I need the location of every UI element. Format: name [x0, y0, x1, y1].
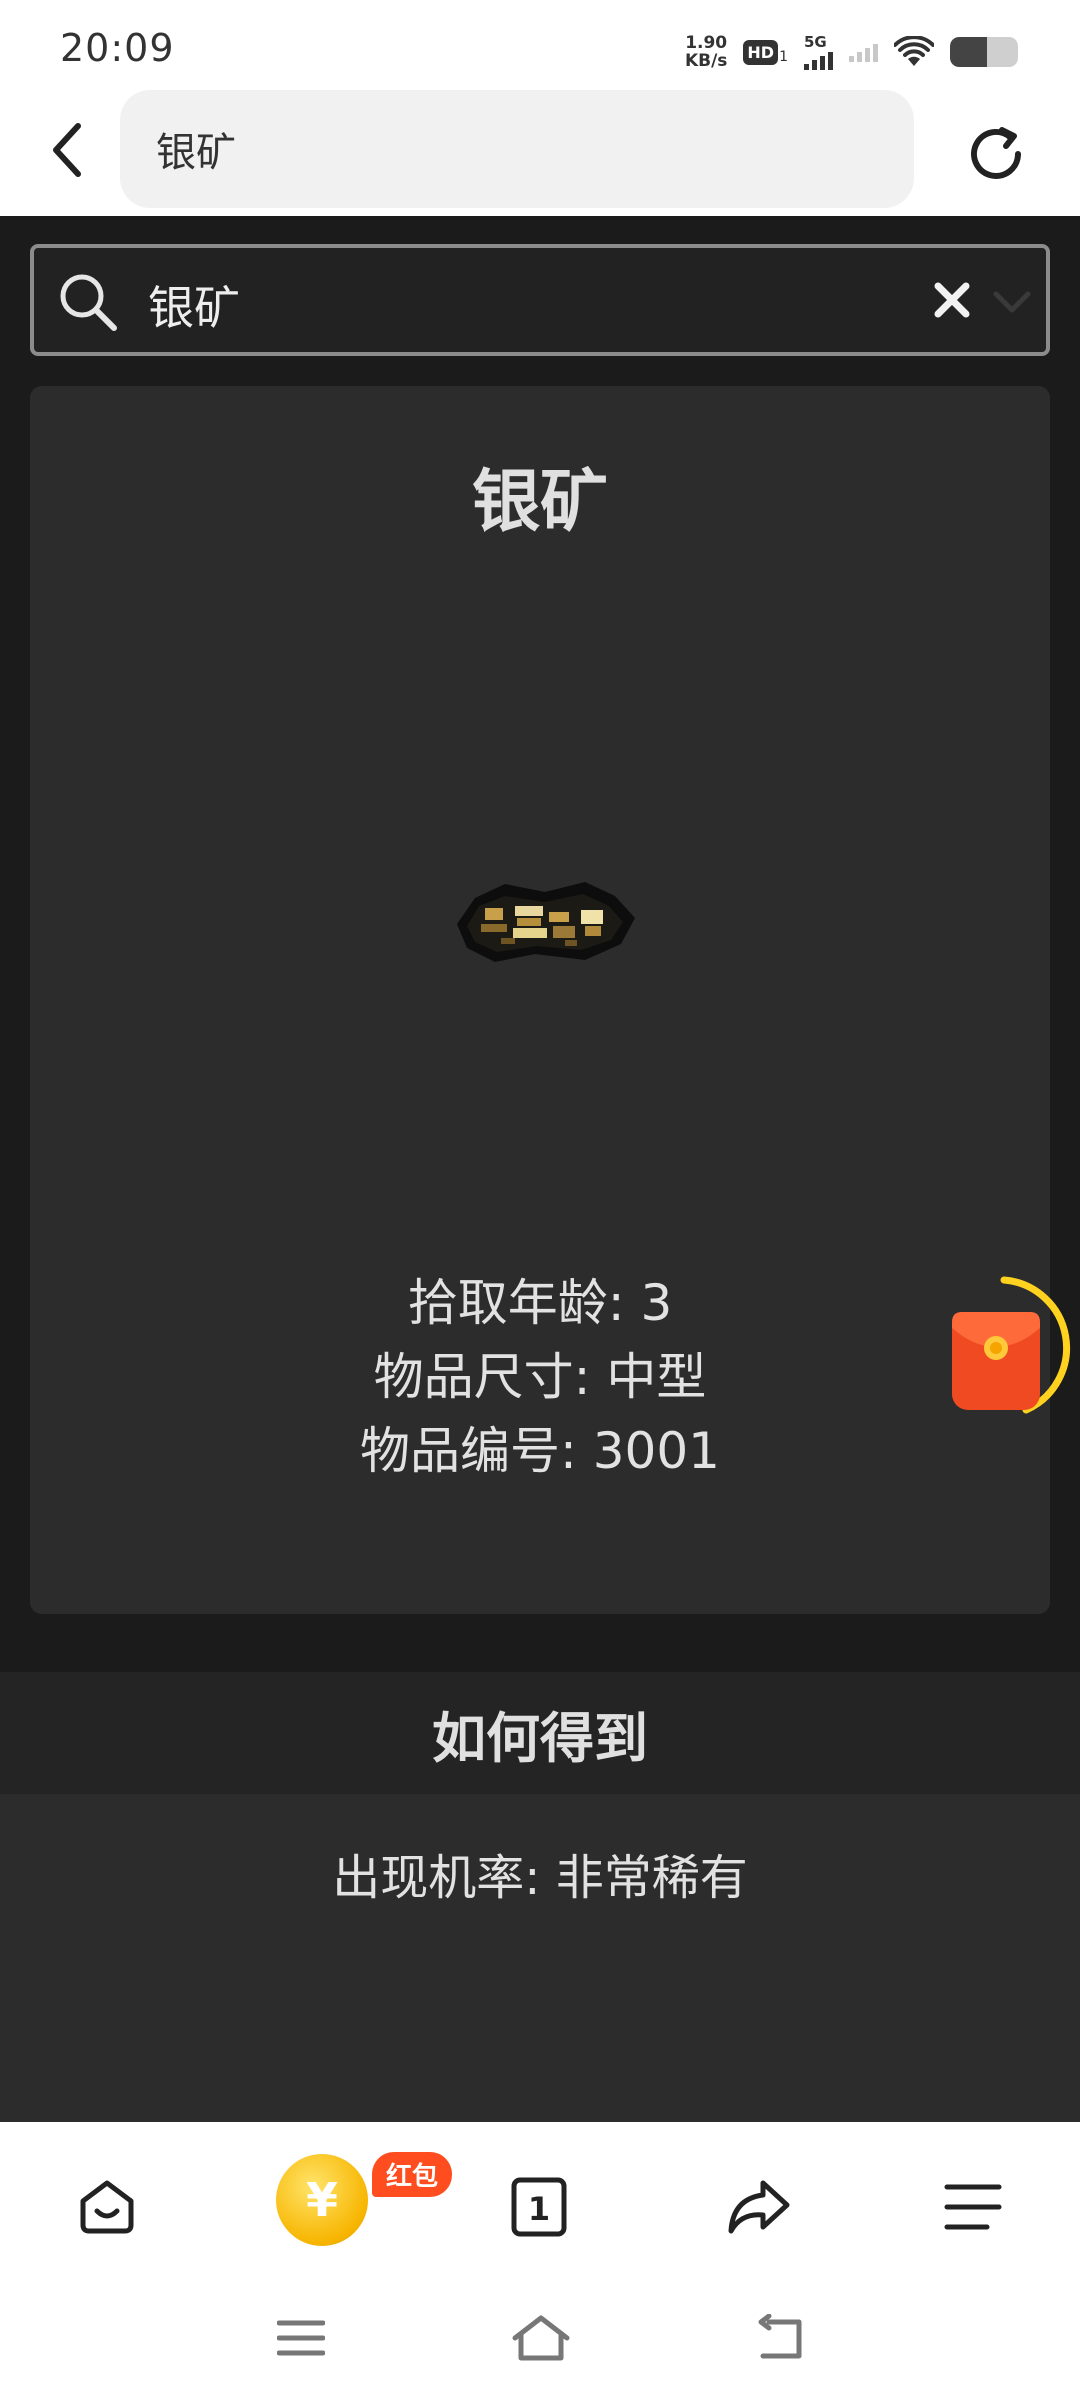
network-type: 5G	[804, 32, 827, 51]
signal-5g-icon: 5G	[804, 32, 833, 70]
coin-symbol: ¥	[305, 2173, 338, 2227]
clear-search-button[interactable]	[924, 272, 980, 328]
address-text: 银矿	[156, 130, 236, 176]
item-size: 物品尺寸: 中型	[373, 1348, 707, 1406]
item-properties: 拾取年龄: 3 物品尺寸: 中型 物品编号: 3001	[30, 1266, 1050, 1488]
item-number: 物品编号: 3001	[360, 1422, 720, 1480]
tab-count: 1	[528, 2190, 550, 2228]
close-icon	[934, 282, 970, 318]
reload-icon	[971, 127, 1021, 179]
status-time: 20:09	[60, 26, 175, 70]
wifi-icon	[894, 36, 934, 66]
status-bar: 20:09 1.90 KB/s HD 1 5G	[0, 0, 1080, 88]
system-back-button[interactable]	[746, 2308, 816, 2368]
home-button[interactable]	[62, 2162, 152, 2252]
search-input[interactable]: 银矿	[148, 272, 240, 338]
back-arrow-icon	[53, 123, 81, 177]
network-speed: 1.90 KB/s	[685, 34, 727, 70]
network-speed-unit: KB/s	[684, 51, 728, 71]
signal-bars-secondary-icon	[849, 42, 878, 62]
floating-red-packet-icon[interactable]	[934, 1270, 1074, 1430]
back-button[interactable]	[36, 118, 100, 182]
menu-button[interactable]	[928, 2162, 1018, 2252]
item-search-box[interactable]: 银矿	[30, 244, 1050, 356]
network-speed-value: 1.90	[685, 33, 728, 53]
hd-sub: 1	[779, 48, 788, 65]
dropdown-toggle[interactable]	[990, 280, 1034, 324]
share-button[interactable]	[714, 2162, 804, 2252]
red-packet-badge: 红包	[372, 2152, 453, 2197]
browser-address-bar: 银矿	[0, 88, 1080, 216]
system-home-button[interactable]	[506, 2308, 576, 2368]
search-icon	[60, 274, 117, 331]
hd-voice-icon: HD 1	[743, 39, 788, 65]
silver-ore-image	[457, 882, 635, 962]
how-to-get-heading: 如何得到	[0, 1672, 1080, 1794]
web-page: 银矿 银矿 拾取年龄: 3 物品尺寸: 中型 物品编号: 3001 如何得到 出…	[0, 216, 1080, 2122]
item-title: 银矿	[471, 463, 608, 542]
item-card: 银矿 拾取年龄: 3 物品尺寸: 中型 物品编号: 3001	[30, 386, 1050, 1614]
menu-icon	[944, 2184, 1002, 2230]
system-home-icon	[512, 2315, 570, 2361]
signal-bars-icon	[804, 50, 833, 70]
coin-rewards-button[interactable]: ¥	[276, 2154, 368, 2246]
tabs-button[interactable]: 1	[494, 2162, 584, 2252]
pickup-age: 拾取年龄: 3	[407, 1274, 673, 1332]
recent-apps-button[interactable]	[266, 2308, 336, 2368]
browser-toolbar: ¥ 红包 1	[0, 2122, 1080, 2282]
tabs-icon: 1	[511, 2177, 567, 2237]
system-nav-bar	[0, 2282, 1080, 2400]
appearance-rate: 出现机率: 非常稀有	[332, 1850, 748, 1906]
reload-button[interactable]	[960, 118, 1032, 190]
hd-label: HD	[743, 39, 779, 65]
recents-menu-icon	[277, 2320, 325, 2356]
share-arrow-icon	[728, 2180, 790, 2234]
battery-fill	[950, 37, 988, 67]
how-to-get-section: 出现机率: 非常稀有	[0, 1794, 1080, 2122]
home-smile-icon	[80, 2180, 134, 2234]
system-back-icon	[758, 2314, 802, 2359]
status-icons: 1.90 KB/s HD 1 5G	[685, 30, 1018, 74]
address-field[interactable]: 银矿	[120, 90, 914, 208]
chevron-down-icon	[993, 291, 1031, 313]
battery-icon	[950, 37, 1018, 67]
